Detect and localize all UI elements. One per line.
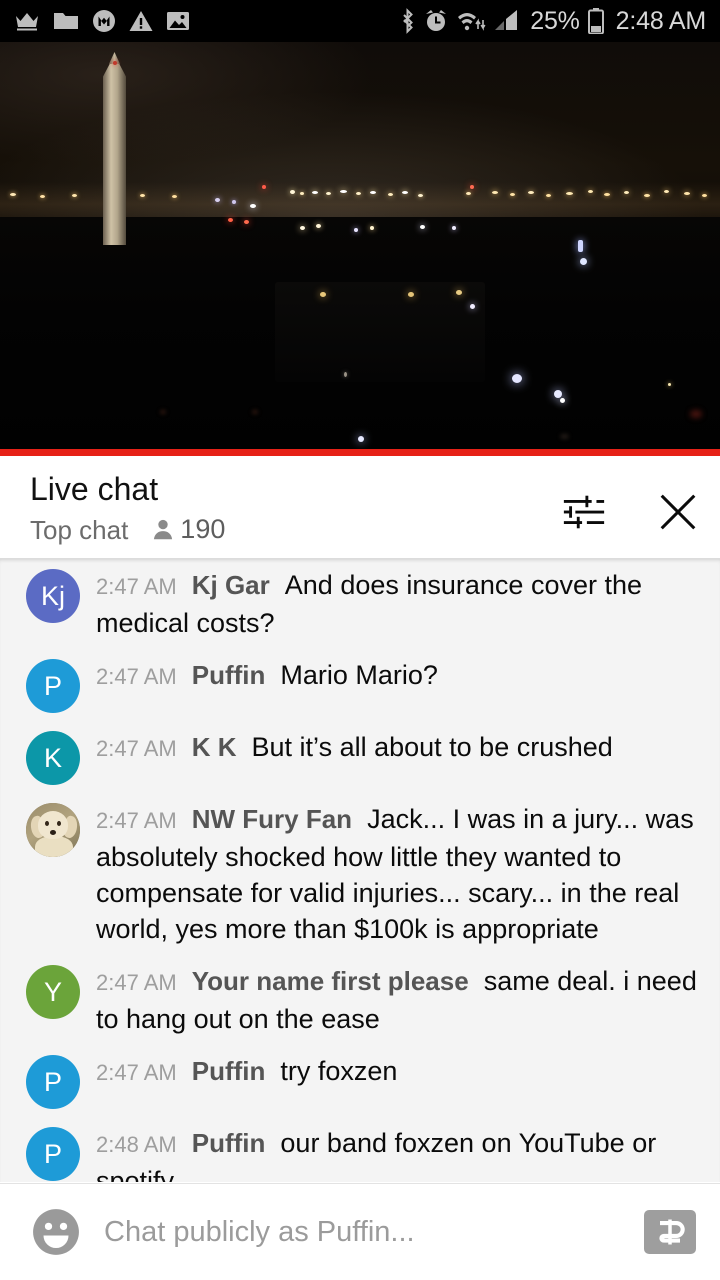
message-text: And does insurance cover the medical cos…	[96, 570, 643, 638]
avatar[interactable]: P	[26, 1127, 80, 1181]
live-chat-titles: Live chat Top chat 190	[30, 470, 225, 545]
chat-message-body: 2:47 AM Kj Gar And does insurance cover …	[96, 567, 702, 641]
cell-signal-icon	[495, 10, 518, 30]
avatar-initials: Kj	[40, 580, 65, 611]
avatar[interactable]: P	[26, 659, 80, 713]
message-author[interactable]: Puffin	[192, 660, 266, 690]
live-chat-header: Live chat Top chat 190	[0, 456, 720, 558]
battery-percent-label: 25%	[530, 6, 580, 35]
message-author[interactable]: Your name first please	[192, 966, 469, 996]
message-author[interactable]: NW Fury Fan	[192, 804, 352, 834]
dollar-sign-icon	[659, 1219, 685, 1245]
message-timestamp: 2:47 AM	[96, 574, 177, 599]
chat-message[interactable]: Kj 2:47 AM Kj Gar And does insurance cove…	[0, 559, 720, 649]
avatar-photo-dog-eye-left	[45, 821, 49, 826]
live-chat-actions	[560, 488, 702, 536]
message-timestamp: 2:47 AM	[96, 970, 177, 995]
avatar-initials: P	[43, 670, 62, 701]
battery-icon	[587, 8, 604, 34]
status-bar: 25% 2:48 AM	[0, 0, 720, 42]
chat-message-body: 2:47 AM Your name first please same deal…	[96, 963, 702, 1037]
avatar-initials: P	[43, 1138, 62, 1169]
alarm-clock-icon	[426, 10, 447, 31]
chat-mode-label[interactable]: Top chat	[30, 515, 128, 545]
bluetooth-icon	[403, 8, 414, 34]
video-player[interactable]	[0, 42, 720, 449]
avatar[interactable]: K	[26, 731, 80, 785]
message-author[interactable]: Puffin	[192, 1056, 266, 1086]
emoji-smiley-icon	[33, 1209, 79, 1255]
avatar-initials: K	[43, 742, 62, 773]
message-timestamp: 2:47 AM	[96, 1060, 177, 1085]
message-author[interactable]: Puffin	[192, 1128, 266, 1158]
message-text: Jack... I was in a jury... was absolutel…	[96, 804, 694, 944]
youtube-live-chat-screen: 25% 2:48 AM Live chat Top chat 190 Kj 2:…	[0, 0, 720, 1280]
message-author[interactable]: K K	[192, 732, 237, 762]
wifi-icon	[458, 13, 486, 31]
avatar[interactable]: Y	[26, 965, 80, 1019]
chat-message[interactable]: K 2:47 AM K K But it’s all about to be cr…	[0, 721, 720, 793]
viewer-count-group: 190	[150, 514, 225, 545]
video-progress-bar[interactable]	[0, 449, 720, 456]
avatar-initials: Y	[43, 976, 62, 1007]
live-chat-subheader: Top chat 190	[30, 514, 225, 545]
avatar[interactable]	[26, 803, 80, 857]
message-author[interactable]: Kj Gar	[192, 570, 270, 600]
chat-message[interactable]: P 2:47 AM Puffin try foxzen	[0, 1045, 720, 1117]
avatar-photo-dog-nose	[50, 830, 56, 835]
page-title: Live chat	[30, 471, 159, 507]
avatar-photo-dog-body	[35, 836, 73, 857]
tune-sliders-icon	[563, 495, 605, 529]
image-icon	[167, 12, 189, 30]
message-timestamp: 2:47 AM	[96, 664, 177, 689]
avatar-photo-dog-eye-right	[57, 821, 61, 826]
warning-triangle-icon	[129, 11, 153, 31]
super-chat-button[interactable]	[644, 1210, 696, 1254]
avatar-initials: P	[43, 1066, 62, 1097]
avatar[interactable]: Kj	[26, 569, 80, 623]
message-text: But it’s all about to be crushed	[251, 732, 613, 762]
message-timestamp: 2:47 AM	[96, 808, 177, 833]
message-text: Mario Mario?	[280, 660, 438, 690]
status-bar-right-icons: 25% 2:48 AM	[399, 7, 706, 36]
chat-message[interactable]: Y 2:47 AM Your name first please same dea…	[0, 955, 720, 1045]
chat-message-body: 2:48 AM Puffin our band foxzen on YouTub…	[96, 1125, 702, 1182]
chat-message[interactable]: P 2:47 AM Puffin Mario Mario?	[0, 649, 720, 721]
emoji-picker-button[interactable]	[30, 1206, 82, 1258]
close-x-icon	[660, 494, 696, 530]
crown-icon	[16, 13, 38, 31]
message-timestamp: 2:48 AM	[96, 1132, 177, 1157]
message-text: try foxzen	[280, 1056, 398, 1086]
viewer-count-label: 190	[180, 514, 226, 544]
folder-icon	[54, 13, 78, 29]
messenger-m-icon	[93, 10, 115, 32]
message-timestamp: 2:47 AM	[96, 736, 177, 761]
city-lights	[0, 42, 720, 449]
clock-label: 2:48 AM	[615, 6, 707, 35]
chat-message-body: 2:47 AM Puffin try foxzen	[96, 1053, 702, 1091]
chat-message[interactable]: 2:47 AM NW Fury Fan Jack... I was in a j…	[0, 793, 720, 955]
close-chat-button[interactable]	[654, 488, 702, 536]
chat-settings-button[interactable]	[560, 488, 608, 536]
chat-message[interactable]: P 2:48 AM Puffin our band foxzen on YouTu…	[0, 1117, 720, 1182]
chat-message-body: 2:47 AM Puffin Mario Mario?	[96, 657, 702, 695]
chat-message-input[interactable]	[104, 1215, 634, 1249]
chat-message-body: 2:47 AM K K But it’s all about to be cru…	[96, 729, 702, 767]
chat-message-body: 2:47 AM NW Fury Fan Jack... I was in a j…	[96, 801, 702, 947]
person-icon	[154, 519, 173, 539]
status-bar-left-icons	[14, 9, 190, 33]
live-chat-message-list[interactable]: Kj 2:47 AM Kj Gar And does insurance cove…	[0, 558, 720, 1182]
message-text: our band foxzen on YouTube or spotify	[96, 1128, 657, 1182]
chat-input-bar	[0, 1183, 720, 1280]
avatar[interactable]: P	[26, 1055, 80, 1109]
